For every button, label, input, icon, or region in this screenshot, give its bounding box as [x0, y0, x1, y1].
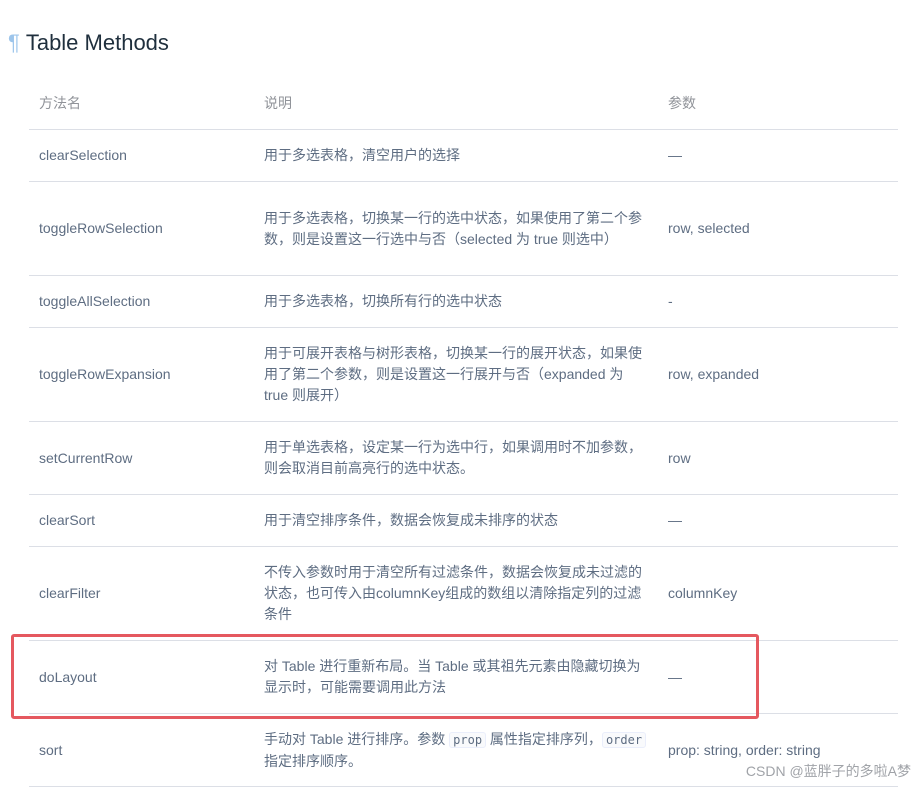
method-name: toggleRowSelection	[29, 181, 254, 276]
method-params: —	[658, 640, 898, 714]
method-params: row, selected	[658, 181, 898, 276]
description-text: 属性指定排序列，	[486, 730, 602, 747]
description-text: 手动对 Table 进行排序。参数	[264, 730, 450, 747]
section-heading: ¶ Table Methods	[8, 30, 169, 56]
method-name: toggleAllSelection	[29, 275, 254, 328]
method-name: clearFilter	[29, 546, 254, 641]
method-name: toggleRowExpansion	[29, 327, 254, 422]
section-title: Table Methods	[25, 30, 169, 55]
method-description: 用于清空排序条件，数据会恢复成未排序的状态	[254, 494, 658, 547]
method-description: 不传入参数时用于清空所有过滤条件，数据会恢复成未过滤的状态，也可传入由colum…	[254, 546, 658, 641]
method-name: clearSelection	[29, 129, 254, 182]
method-description: 手动对 Table 进行排序。参数 prop 属性指定排序列， order 指定排…	[254, 713, 658, 787]
methods-table: 方法名 说明 参数 clearSelection 用于多选表格，清空用户的选择 …	[29, 77, 898, 787]
method-name: clearSort	[29, 494, 254, 547]
table-row-highlighted: doLayout 对 Table 进行重新布局。当 Table 或其祖先元素由隐…	[29, 640, 898, 714]
table-row: setCurrentRow 用于单选表格，设定某一行为选中行，如果调用时不加参数…	[29, 421, 898, 495]
method-description: 用于多选表格，清空用户的选择	[254, 129, 658, 182]
method-params: -	[658, 275, 898, 328]
method-description: 用于可展开表格与树形表格，切换某一行的展开状态，如果使用了第二个参数，则是设置这…	[254, 327, 658, 422]
method-description: 对 Table 进行重新布局。当 Table 或其祖先元素由隐藏切换为显示时，可…	[254, 640, 658, 714]
table-row: toggleAllSelection 用于多选表格，切换所有行的选中状态 -	[29, 275, 898, 328]
method-description: 用于单选表格，设定某一行为选中行，如果调用时不加参数，则会取消目前高亮行的选中状…	[254, 421, 658, 495]
method-description: 用于多选表格，切换某一行的选中状态，如果使用了第二个参数，则是设置这一行选中与否…	[254, 181, 658, 276]
method-params: —	[658, 494, 898, 547]
method-description: 用于多选表格，切换所有行的选中状态	[254, 275, 658, 328]
description-text: 指定排序顺序。	[264, 752, 362, 769]
page: ¶ Table Methods 方法名 说明 参数 clearSelection…	[0, 0, 917, 787]
table-header-row: 方法名 说明 参数	[29, 77, 898, 130]
table-row: clearSort 用于清空排序条件，数据会恢复成未排序的状态 —	[29, 494, 898, 547]
method-name: setCurrentRow	[29, 421, 254, 495]
table-row: toggleRowExpansion 用于可展开表格与树形表格，切换某一行的展开…	[29, 327, 898, 422]
method-name: doLayout	[29, 640, 254, 714]
method-name: sort	[29, 713, 254, 787]
header-method-name: 方法名	[29, 77, 254, 130]
method-params: columnKey	[658, 546, 898, 641]
header-description: 说明	[254, 77, 658, 130]
table-row: clearFilter 不传入参数时用于清空所有过滤条件，数据会恢复成未过滤的状…	[29, 546, 898, 641]
method-params: row, expanded	[658, 327, 898, 422]
inline-code: prop	[449, 731, 487, 748]
method-params: —	[658, 129, 898, 182]
header-params: 参数	[658, 77, 898, 130]
table-row: toggleRowSelection 用于多选表格，切换某一行的选中状态，如果使…	[29, 181, 898, 276]
watermark: CSDN @蓝胖子的多啦A梦	[745, 763, 911, 779]
anchor-link-icon[interactable]: ¶	[8, 30, 20, 56]
table-row: clearSelection 用于多选表格，清空用户的选择 —	[29, 129, 898, 182]
method-params: row	[658, 421, 898, 495]
inline-code: order	[601, 731, 647, 748]
